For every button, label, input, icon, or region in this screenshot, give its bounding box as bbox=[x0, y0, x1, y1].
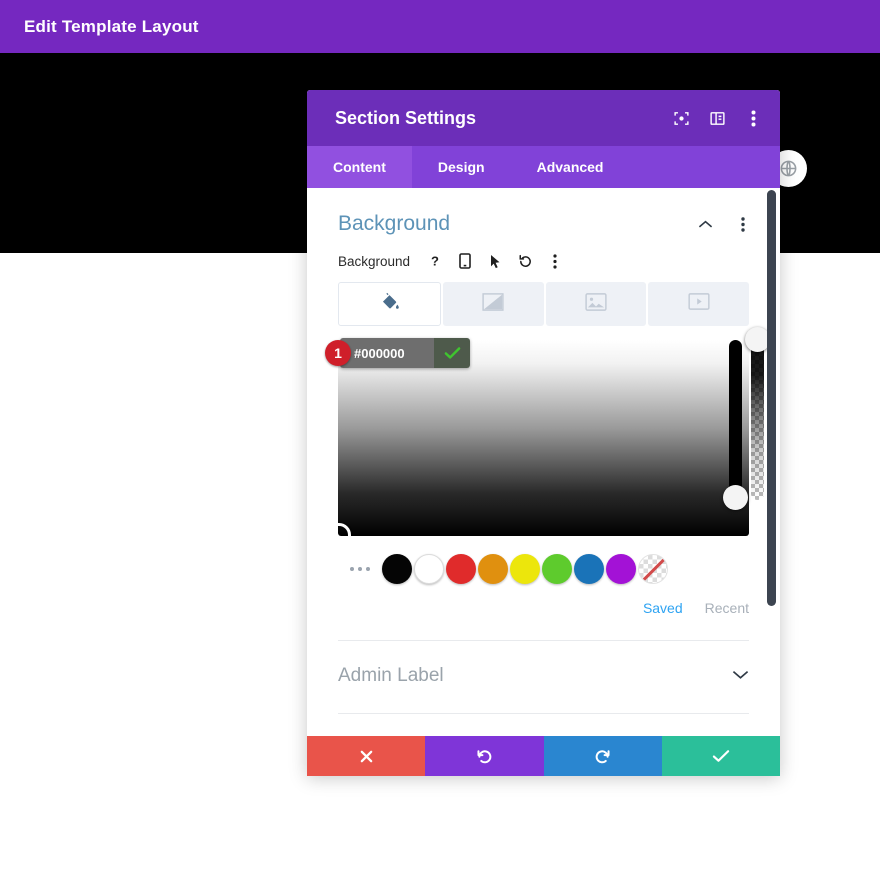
swatch-blue[interactable] bbox=[574, 554, 604, 584]
page-title: Edit Template Layout bbox=[24, 16, 199, 36]
bg-color-tab[interactable] bbox=[338, 282, 441, 326]
modal-tabs: Content Design Advanced bbox=[307, 146, 780, 188]
background-type-tabs bbox=[307, 282, 780, 326]
reset-icon[interactable] bbox=[514, 250, 536, 272]
color-picker-handle[interactable] bbox=[338, 523, 351, 536]
section-header-actions bbox=[694, 213, 754, 235]
video-icon bbox=[688, 293, 710, 315]
ellipsis-icon bbox=[350, 567, 370, 571]
bg-video-tab[interactable] bbox=[648, 282, 749, 326]
close-icon bbox=[359, 749, 374, 764]
background-section-header: Background bbox=[307, 188, 780, 244]
background-field-row: Background ? bbox=[307, 244, 780, 282]
swatch-orange[interactable] bbox=[478, 554, 508, 584]
gradient-icon bbox=[482, 292, 504, 316]
section-title: Background bbox=[338, 212, 451, 235]
hex-value-group: 1 bbox=[325, 338, 470, 368]
app-root: Edit Template Layout Section Settings Co… bbox=[0, 0, 880, 885]
swatch-green[interactable] bbox=[542, 554, 572, 584]
modal-header: Section Settings bbox=[307, 90, 780, 146]
redo-button[interactable] bbox=[543, 736, 662, 776]
cancel-button[interactable] bbox=[307, 736, 426, 776]
hue-slider-handle[interactable] bbox=[723, 485, 748, 510]
modal-header-actions bbox=[672, 109, 762, 127]
palette-tabs: Saved Recent bbox=[307, 584, 780, 616]
admin-topbar: Edit Template Layout bbox=[0, 0, 880, 53]
tab-advanced[interactable]: Advanced bbox=[511, 146, 630, 188]
swatch-black[interactable] bbox=[382, 554, 412, 584]
bg-gradient-tab[interactable] bbox=[442, 282, 544, 326]
saved-colors-tab[interactable]: Saved bbox=[643, 600, 683, 616]
image-icon bbox=[585, 292, 607, 316]
paint-bucket-icon bbox=[379, 291, 400, 317]
section-settings-modal: Section Settings Content Design Advanced… bbox=[307, 90, 780, 776]
svg-text:?: ? bbox=[431, 254, 439, 269]
hex-box bbox=[340, 338, 470, 368]
tab-content[interactable]: Content bbox=[307, 146, 412, 188]
more-vertical-icon[interactable] bbox=[544, 250, 566, 272]
globe-icon bbox=[779, 159, 798, 178]
redo-icon bbox=[594, 748, 611, 765]
swatch-purple[interactable] bbox=[606, 554, 636, 584]
more-vertical-icon[interactable] bbox=[744, 109, 762, 127]
more-vertical-icon[interactable] bbox=[732, 213, 754, 235]
status-badge: 1 bbox=[325, 340, 351, 366]
mobile-icon[interactable] bbox=[454, 250, 476, 272]
hue-slider[interactable] bbox=[723, 340, 748, 510]
check-icon bbox=[712, 749, 730, 763]
hex-confirm-button[interactable] bbox=[434, 338, 470, 368]
modal-body: Background Background ? 1 #000000 Saved … bbox=[307, 188, 780, 736]
cursor-icon[interactable] bbox=[484, 250, 506, 272]
chevron-down-icon bbox=[732, 667, 749, 685]
color-sliders bbox=[723, 327, 770, 510]
hex-input[interactable] bbox=[340, 338, 434, 368]
more-colors-button[interactable] bbox=[338, 567, 382, 571]
focus-target-icon[interactable] bbox=[672, 109, 690, 127]
admin-label-toggle[interactable]: Admin Label bbox=[307, 641, 780, 713]
help-icon[interactable]: ? bbox=[424, 250, 446, 272]
tab-design[interactable]: Design bbox=[412, 146, 511, 188]
swatch-red[interactable] bbox=[446, 554, 476, 584]
save-button[interactable] bbox=[661, 736, 780, 776]
chevron-up-icon[interactable] bbox=[694, 213, 716, 235]
modal-title: Section Settings bbox=[335, 107, 477, 128]
admin-label-title: Admin Label bbox=[338, 665, 444, 686]
color-swatches bbox=[307, 536, 780, 584]
swatch-transparent[interactable] bbox=[638, 554, 668, 584]
swatch-white[interactable] bbox=[414, 554, 444, 584]
section-divider-2 bbox=[338, 713, 749, 714]
undo-icon bbox=[476, 748, 493, 765]
color-picker-wrap: 1 bbox=[307, 326, 780, 536]
modal-scrollbar[interactable] bbox=[767, 190, 776, 606]
recent-colors-tab[interactable]: Recent bbox=[705, 600, 749, 616]
alpha-slider[interactable] bbox=[745, 327, 770, 500]
undo-button[interactable] bbox=[425, 736, 544, 776]
background-field-label: Background bbox=[338, 253, 411, 269]
layout-panel-icon[interactable] bbox=[708, 109, 726, 127]
swatch-yellow[interactable] bbox=[510, 554, 540, 584]
modal-footer bbox=[307, 736, 780, 776]
color-picker-gradient[interactable] bbox=[338, 340, 749, 536]
bg-image-tab[interactable] bbox=[545, 282, 647, 326]
